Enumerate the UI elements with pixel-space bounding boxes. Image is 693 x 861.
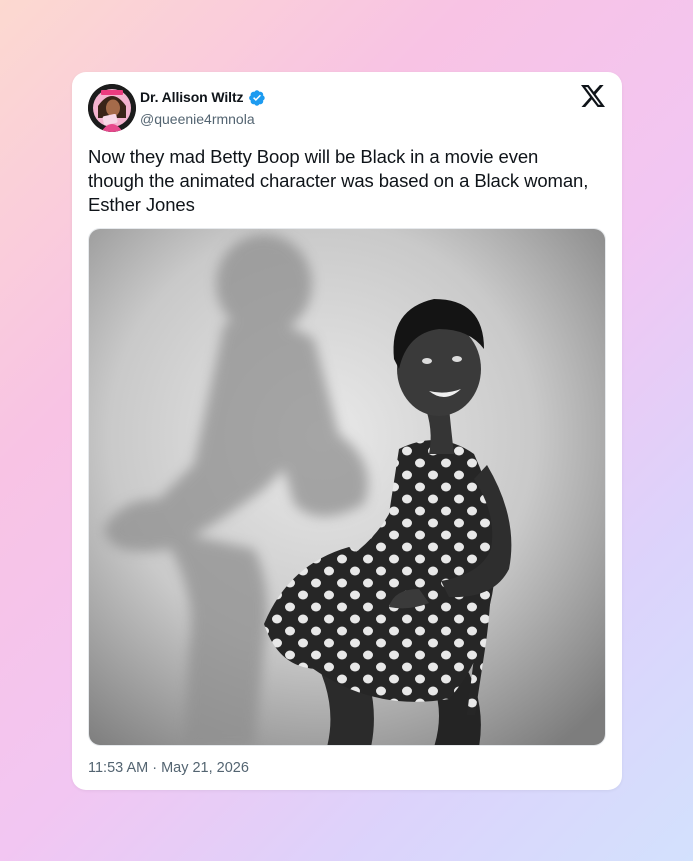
avatar-image: [88, 84, 136, 132]
verified-badge-icon: [249, 90, 265, 106]
tweet-card[interactable]: Dr. Allison Wiltz @queenie4rmnola Now th…: [72, 72, 622, 790]
author-name[interactable]: Dr. Allison Wiltz: [140, 89, 244, 105]
author-avatar[interactable]: [88, 84, 136, 132]
tweet-photo[interactable]: [88, 228, 606, 746]
x-logo-icon[interactable]: [581, 85, 605, 107]
photo-image: [89, 229, 605, 745]
tweet-text: Now they mad Betty Boop will be Black in…: [88, 146, 589, 215]
tweet-timestamp[interactable]: 11:53 AM · May 21, 2026: [88, 760, 249, 776]
author-handle[interactable]: @queenie4rmnola: [140, 111, 255, 127]
